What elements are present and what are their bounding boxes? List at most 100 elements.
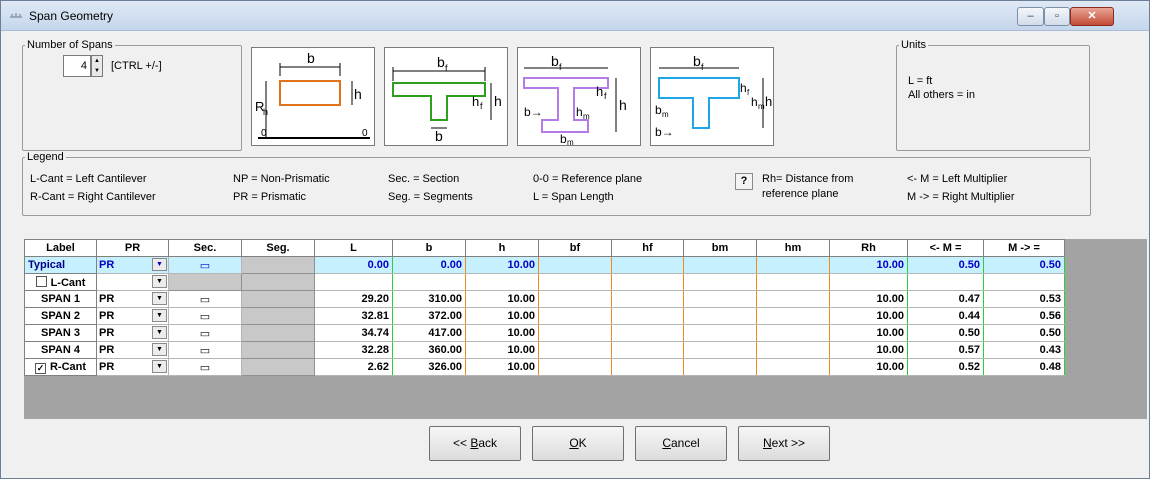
cell-bf[interactable] bbox=[538, 307, 612, 325]
close-button[interactable]: ✕ bbox=[1070, 7, 1114, 26]
pr-select[interactable]: PR ▼ bbox=[96, 324, 169, 342]
cell-left-mult[interactable]: 0.50 bbox=[907, 256, 984, 274]
cell-rh[interactable]: 10.00 bbox=[829, 324, 908, 342]
cell-rh[interactable]: 10.00 bbox=[829, 341, 908, 359]
inverted-tee-section-diagram[interactable]: b f h f h m h b m b→ bbox=[650, 47, 774, 146]
cell-right-mult[interactable]: 0.50 bbox=[983, 324, 1065, 342]
cell-b[interactable]: 372.00 bbox=[392, 307, 466, 325]
dropdown-arrow-icon[interactable]: ▼ bbox=[152, 326, 167, 339]
cell-h[interactable] bbox=[465, 273, 539, 291]
cell-hf[interactable] bbox=[611, 341, 684, 359]
cell-bm[interactable] bbox=[683, 273, 757, 291]
cell-bm[interactable] bbox=[683, 341, 757, 359]
cell-h[interactable]: 10.00 bbox=[465, 358, 539, 376]
cancel-button[interactable]: Cancel bbox=[635, 426, 727, 461]
cell-b[interactable] bbox=[392, 273, 466, 291]
cell-hf[interactable] bbox=[611, 256, 684, 274]
cell-left-mult[interactable]: 0.50 bbox=[907, 324, 984, 342]
cell-h[interactable]: 10.00 bbox=[465, 341, 539, 359]
dropdown-arrow-icon[interactable]: ▼ bbox=[152, 275, 167, 288]
cell-h[interactable]: 10.00 bbox=[465, 324, 539, 342]
cell-bf[interactable] bbox=[538, 273, 612, 291]
cell-bm[interactable] bbox=[683, 307, 757, 325]
cell-b[interactable]: 0.00 bbox=[392, 256, 466, 274]
spin-down-icon[interactable]: ▼ bbox=[92, 66, 102, 76]
back-button[interactable]: << Back bbox=[429, 426, 521, 461]
cell-hf[interactable] bbox=[611, 290, 684, 308]
cell-left-mult[interactable]: 0.52 bbox=[907, 358, 984, 376]
cell-right-mult[interactable]: 0.43 bbox=[983, 341, 1065, 359]
cell-hm[interactable] bbox=[756, 358, 830, 376]
pr-select[interactable]: PR ▼ bbox=[96, 290, 169, 308]
ok-button[interactable]: OK bbox=[532, 426, 624, 461]
cell-right-mult[interactable] bbox=[983, 273, 1065, 291]
cell-hm[interactable] bbox=[756, 324, 830, 342]
cell-bm[interactable] bbox=[683, 290, 757, 308]
cell-h[interactable]: 10.00 bbox=[465, 256, 539, 274]
pr-select[interactable]: ▼ bbox=[96, 273, 169, 291]
cell-right-mult[interactable]: 0.50 bbox=[983, 256, 1065, 274]
cell-b[interactable]: 310.00 bbox=[392, 290, 466, 308]
cell-hf[interactable] bbox=[611, 358, 684, 376]
cell-l[interactable]: 34.74 bbox=[314, 324, 393, 342]
cell-hf[interactable] bbox=[611, 273, 684, 291]
section-button[interactable]: ▭ bbox=[168, 358, 242, 376]
dropdown-arrow-icon[interactable]: ▼ bbox=[152, 258, 167, 271]
cell-bm[interactable] bbox=[683, 256, 757, 274]
cell-left-mult[interactable] bbox=[907, 273, 984, 291]
tee-section-diagram[interactable]: b f h f h b bbox=[384, 47, 508, 146]
cell-b[interactable]: 360.00 bbox=[392, 341, 466, 359]
cell-bf[interactable] bbox=[538, 324, 612, 342]
dropdown-arrow-icon[interactable]: ▼ bbox=[152, 292, 167, 305]
l-cant-checkbox[interactable] bbox=[35, 275, 47, 287]
i-beam-section-diagram[interactable]: b f h f h b→ h m b m bbox=[517, 47, 641, 147]
cell-hm[interactable] bbox=[756, 290, 830, 308]
help-button[interactable]: ? bbox=[735, 173, 753, 190]
cell-rh[interactable]: 10.00 bbox=[829, 307, 908, 325]
minimize-button[interactable]: – bbox=[1017, 7, 1044, 26]
cell-bf[interactable] bbox=[538, 341, 612, 359]
cell-hm[interactable] bbox=[756, 256, 830, 274]
dropdown-arrow-icon[interactable]: ▼ bbox=[152, 343, 167, 356]
pr-select[interactable]: PR ▼ bbox=[96, 256, 169, 274]
r-cant-checkbox[interactable]: ✓ bbox=[34, 362, 46, 374]
cell-l[interactable]: 29.20 bbox=[314, 290, 393, 308]
cell-rh[interactable] bbox=[829, 273, 908, 291]
cell-left-mult[interactable]: 0.44 bbox=[907, 307, 984, 325]
spans-count-input[interactable]: 4 bbox=[63, 55, 91, 77]
cell-l[interactable]: 32.28 bbox=[314, 341, 393, 359]
cell-rh[interactable]: 10.00 bbox=[829, 290, 908, 308]
cell-left-mult[interactable]: 0.57 bbox=[907, 341, 984, 359]
cell-hf[interactable] bbox=[611, 307, 684, 325]
dropdown-arrow-icon[interactable]: ▼ bbox=[152, 309, 167, 322]
pr-select[interactable]: PR ▼ bbox=[96, 358, 169, 376]
section-button[interactable]: ▭ bbox=[168, 341, 242, 359]
cell-bf[interactable] bbox=[538, 290, 612, 308]
cell-hm[interactable] bbox=[756, 307, 830, 325]
section-button[interactable]: ▭ bbox=[168, 307, 242, 325]
section-button[interactable]: ▭ bbox=[168, 290, 242, 308]
cell-left-mult[interactable]: 0.47 bbox=[907, 290, 984, 308]
cell-rh[interactable]: 10.00 bbox=[829, 358, 908, 376]
dropdown-arrow-icon[interactable]: ▼ bbox=[152, 360, 167, 373]
maximize-button[interactable]: ▫ bbox=[1044, 7, 1070, 26]
cell-b[interactable]: 326.00 bbox=[392, 358, 466, 376]
section-button[interactable]: ▭ bbox=[168, 256, 242, 274]
cell-h[interactable]: 10.00 bbox=[465, 307, 539, 325]
cell-rh[interactable]: 10.00 bbox=[829, 256, 908, 274]
cell-hf[interactable] bbox=[611, 324, 684, 342]
cell-bf[interactable] bbox=[538, 256, 612, 274]
cell-bm[interactable] bbox=[683, 358, 757, 376]
section-button[interactable]: ▭ bbox=[168, 324, 242, 342]
cell-l[interactable]: 2.62 bbox=[314, 358, 393, 376]
title-bar[interactable]: Span Geometry – ▫ ✕ bbox=[1, 1, 1149, 31]
cell-hm[interactable] bbox=[756, 341, 830, 359]
cell-h[interactable]: 10.00 bbox=[465, 290, 539, 308]
next-button[interactable]: Next >> bbox=[738, 426, 830, 461]
pr-select[interactable]: PR ▼ bbox=[96, 341, 169, 359]
cell-l[interactable]: 32.81 bbox=[314, 307, 393, 325]
cell-l[interactable] bbox=[314, 273, 393, 291]
spans-spinner[interactable]: ▲ ▼ bbox=[91, 55, 103, 77]
cell-right-mult[interactable]: 0.53 bbox=[983, 290, 1065, 308]
cell-hm[interactable] bbox=[756, 273, 830, 291]
